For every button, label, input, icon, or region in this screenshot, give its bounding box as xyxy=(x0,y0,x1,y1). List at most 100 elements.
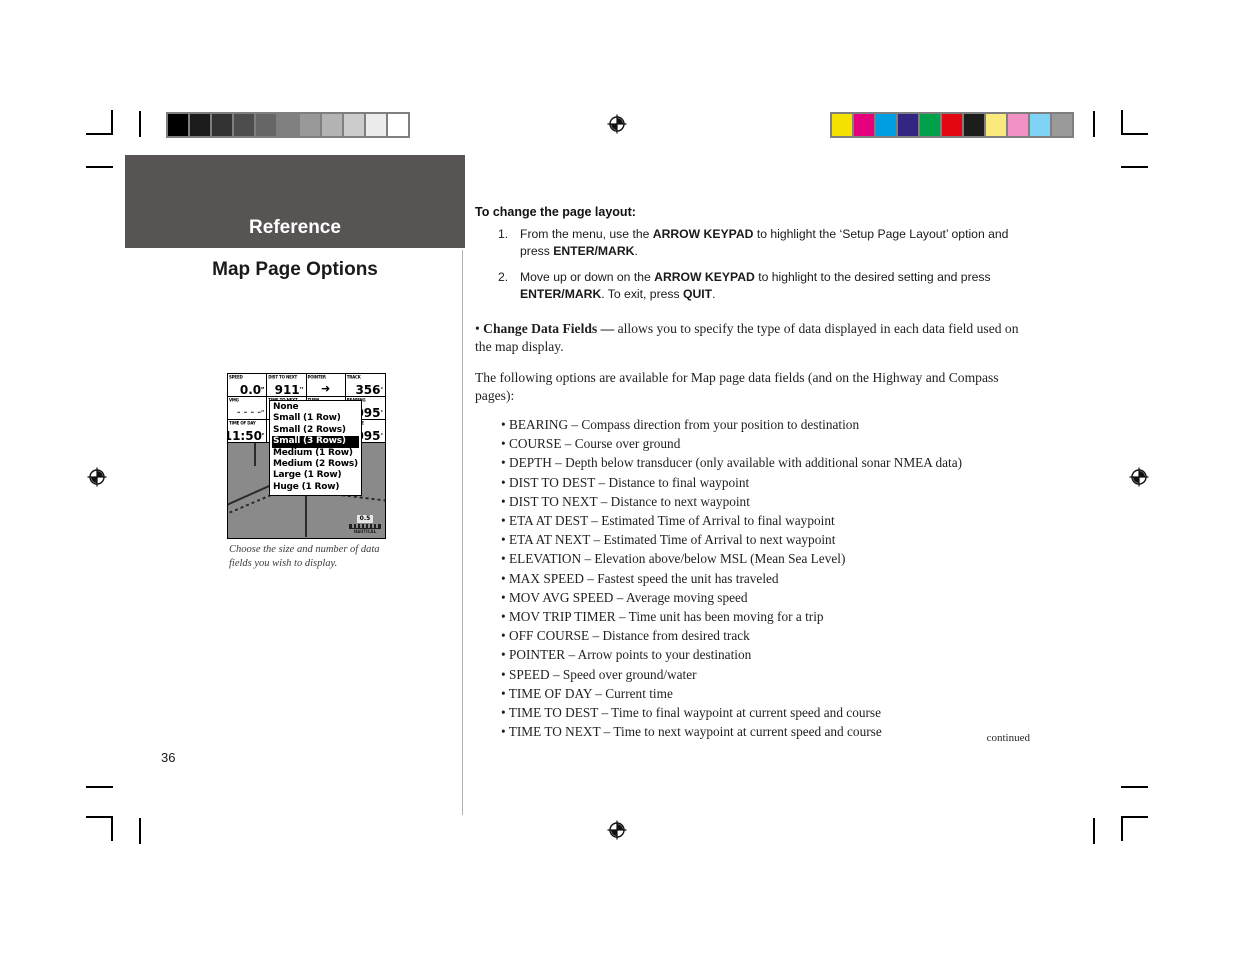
gps-screen-figure: SPEED 0.0ᴹ DIST TO NEXT 911ᶠᵗ POINTER ➜ TRACK 3… xyxy=(227,373,386,539)
crop-mark-top-right-horizontal xyxy=(1121,133,1148,135)
gps-data-field-unit: ° xyxy=(380,433,384,439)
howto-heading: To change the page layout: xyxy=(475,205,636,219)
howto-step-text: to highlight to the desired setting and … xyxy=(754,270,991,284)
gps-data-field[interactable]: SPEED 0.0ᴹ xyxy=(228,374,268,397)
gps-menu-item[interactable]: Small (2 Rows) xyxy=(272,425,359,436)
data-field-options-list: • BEARING – Compass direction from your … xyxy=(475,415,1035,741)
howto-step-key: ARROW KEYPAD xyxy=(652,227,754,241)
gps-menu-item[interactable]: Small (3 Rows) xyxy=(272,436,359,448)
color-swatch xyxy=(986,114,1006,136)
gps-data-field[interactable]: DIST TO NEXT 911ᶠᵗ xyxy=(267,374,307,397)
grayscale-swatch xyxy=(168,114,188,136)
crop-mark-bottom-right-horizontal xyxy=(1121,816,1148,818)
gps-data-field-unit: ᴹ xyxy=(261,387,265,393)
crop-mark-top-right-vertical xyxy=(1121,110,1123,135)
grayscale-swatch xyxy=(234,114,254,136)
data-field-option: • COURSE – Course over ground xyxy=(501,436,681,452)
gps-map-scale-value: 0.5 xyxy=(356,515,374,523)
howto-step: 1. From the menu, use the ARROW KEYPAD to… xyxy=(475,226,1035,260)
color-swatch xyxy=(964,114,984,136)
gps-data-field-label: TIME OF DAY xyxy=(229,420,256,426)
gps-data-field-label: SPEED xyxy=(229,374,243,380)
crop-mark-bottom-left-horizontal xyxy=(86,816,113,818)
data-field-option: • POINTER – Arrow points to your destina… xyxy=(501,647,752,663)
column-divider xyxy=(462,250,463,815)
gps-data-field-value: 0.0ᴹ xyxy=(239,383,265,397)
gps-data-field[interactable]: VMG - - - -ᴹ xyxy=(228,397,268,420)
registration-target-left xyxy=(86,466,108,488)
data-field-option: • ETA AT NEXT – Estimated Time of Arriva… xyxy=(501,532,836,548)
options-intro-paragraph: The following options are available for … xyxy=(475,370,999,403)
color-swatch xyxy=(876,114,896,136)
data-field-option: • DEPTH – Depth below transducer (only a… xyxy=(501,455,963,471)
grayscale-swatch xyxy=(366,114,386,136)
howto-step-key: QUIT xyxy=(682,287,713,301)
continued-label: continued xyxy=(986,732,1030,744)
howto-step-number: 2. xyxy=(498,270,509,284)
data-field-option: • ELEVATION – Elevation above/below MSL … xyxy=(501,551,846,567)
gps-menu-item[interactable]: Small (1 Row) xyxy=(272,413,359,424)
color-swatch xyxy=(920,114,940,136)
gps-menu-item[interactable]: Huge (1 Row) xyxy=(272,482,359,493)
howto-step-text: . To exit, press xyxy=(601,287,683,301)
data-field-option: • MOV AVG SPEED – Average moving speed xyxy=(501,589,748,605)
howto-step-number: 1. xyxy=(498,227,509,241)
gps-data-field-unit: ᴹ xyxy=(261,410,265,416)
gps-data-field-unit: ° xyxy=(380,410,384,416)
figure-caption: Choose the size and number of data field… xyxy=(229,544,380,569)
gps-data-field-label: POINTER xyxy=(307,374,327,380)
gps-menu-item[interactable]: Large (1 Row) xyxy=(272,470,359,481)
howto-step-text: From the menu, use the xyxy=(520,227,653,241)
gps-data-field-unit: ᴾ xyxy=(261,433,265,439)
map-road-vertical-a xyxy=(254,440,256,466)
data-field-option: • OFF COURSE – Distance from desired tra… xyxy=(501,628,750,644)
change-data-fields-bullet: • xyxy=(475,321,484,336)
gps-data-field[interactable]: POINTER ➜ xyxy=(306,374,346,397)
howto-step-list: 1. From the menu, use the ARROW KEYPAD to… xyxy=(475,226,1035,303)
color-swatch xyxy=(1052,114,1072,136)
gps-data-field-value: 11:50ᴾ xyxy=(228,429,265,443)
gps-data-field-value: - - - -ᴹ xyxy=(236,408,265,418)
gps-data-field-label: VMG xyxy=(229,397,239,403)
registration-target-right xyxy=(1128,466,1150,488)
crop-mark-top-right-inner-vertical xyxy=(1093,111,1095,137)
crop-mark-bottom-right-vertical xyxy=(1121,816,1123,841)
page-number: 36 xyxy=(161,750,176,765)
howto-step-key: ENTER/MARK xyxy=(520,287,602,301)
registration-target-bottom xyxy=(606,819,628,841)
grayscale-swatch xyxy=(344,114,364,136)
gps-menu-item[interactable]: Medium (1 Row) xyxy=(272,448,359,459)
crop-mark-left-middle xyxy=(86,166,113,168)
gps-menu-item[interactable]: None xyxy=(272,402,359,413)
howto-step-text: . xyxy=(712,287,716,301)
gps-page-layout-menu[interactable]: None Small (1 Row) Small (2 Rows) Small (3 … xyxy=(269,400,362,497)
data-field-option: • MAX SPEED – Fastest speed the unit has… xyxy=(501,570,779,586)
color-swatch xyxy=(854,114,874,136)
howto-step-text: Move up or down on the xyxy=(520,270,655,284)
data-field-option: • DIST TO DEST – Distance to final waypo… xyxy=(501,474,750,490)
color-swatch xyxy=(832,114,852,136)
grayscale-swatch xyxy=(322,114,342,136)
data-field-option: • ETA AT DEST – Estimated Time of Arriva… xyxy=(501,513,835,529)
gps-data-field-value: ➜ xyxy=(321,382,331,395)
gps-data-field-label: TRACK xyxy=(346,374,361,380)
gps-map-scale: 0.5 NAUTICAL xyxy=(349,505,381,534)
color-swatch xyxy=(898,114,918,136)
grayscale-swatch xyxy=(256,114,276,136)
gps-map-scale-units: NAUTICAL xyxy=(353,529,377,534)
howto-step: 2. Move up or down on the ARROW KEYPAD to… xyxy=(475,269,1035,303)
color-swatch xyxy=(1008,114,1028,136)
registration-target-top xyxy=(606,113,628,135)
reference-banner: Reference xyxy=(125,155,465,248)
gps-data-field-label: DIST TO NEXT xyxy=(268,374,298,380)
data-field-option: • DIST TO NEXT – Distance to next waypoi… xyxy=(501,493,750,509)
crop-mark-bottom-left-upper xyxy=(86,786,113,788)
gps-data-field[interactable]: TRACK 356° xyxy=(345,374,385,397)
gps-data-field[interactable]: TIME OF DAY 11:50ᴾ xyxy=(228,420,268,443)
data-field-option: • MOV TRIP TIMER – Time unit has been mo… xyxy=(501,609,824,625)
gps-menu-item[interactable]: Medium (2 Rows) xyxy=(272,459,359,470)
crop-mark-top-left-vertical xyxy=(111,110,113,135)
change-data-fields-paragraph: • Change Data Fields — allows you to spe… xyxy=(475,320,1035,356)
crop-mark-bottom-left-vertical xyxy=(111,816,113,841)
data-field-option: • BEARING – Compass direction from your … xyxy=(501,417,860,432)
